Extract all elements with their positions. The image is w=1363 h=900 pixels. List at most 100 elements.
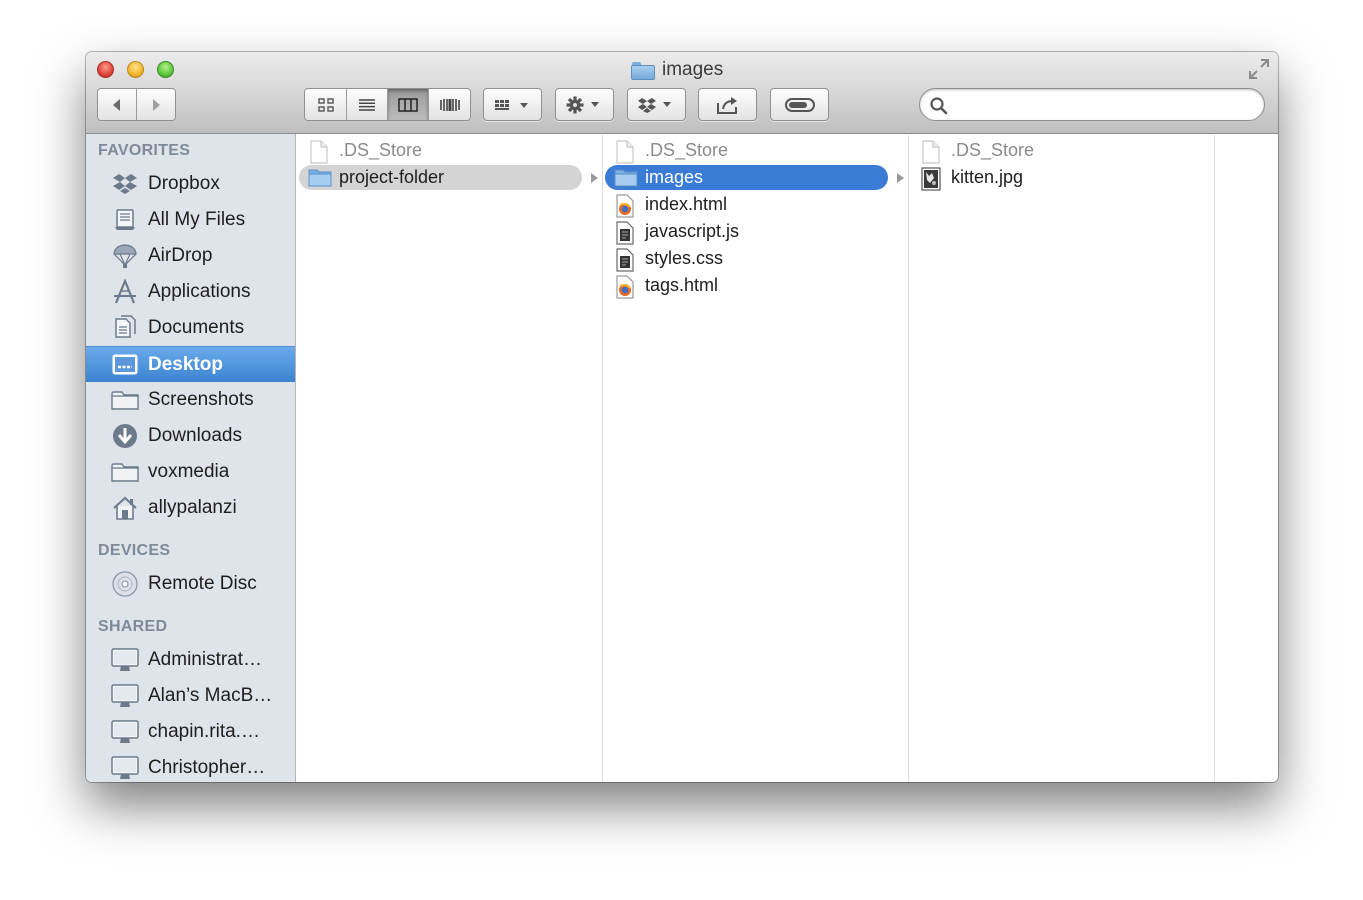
sidebar-item-label: Applications [148, 281, 251, 302]
dropbox-icon [111, 171, 139, 197]
sidebar-item-airdrop[interactable]: AirDrop [86, 238, 295, 274]
document-file-icon [920, 140, 942, 164]
back-button[interactable] [98, 89, 137, 120]
sidebar-item-voxmedia[interactable]: voxmedia [86, 454, 295, 490]
file-row[interactable]: tags.html [603, 272, 908, 299]
file-name: tags.html [645, 275, 719, 295]
sidebar-heading-shared: SHARED [98, 618, 168, 635]
search-input[interactable] [952, 94, 1252, 116]
sidebar-item-label: AirDrop [148, 245, 213, 266]
sidebar-item-remote-disc[interactable]: Remote Disc [86, 566, 295, 602]
file-name: .DS_Store [645, 140, 729, 160]
sidebar-item-administrat[interactable]: Administrat… [86, 642, 295, 678]
computer-icon [111, 755, 139, 781]
sidebar-item-label: voxmedia [148, 461, 230, 482]
file-name: kitten.jpg [951, 167, 1024, 187]
sidebar-item-documents[interactable]: Documents [86, 310, 295, 346]
disclosure-arrow-icon [591, 173, 598, 183]
document-file-icon [614, 140, 636, 164]
sidebar-item-label: Screenshots [148, 389, 254, 410]
folder-row[interactable]: images [603, 164, 908, 191]
file-name: images [645, 167, 704, 187]
window-title: images [631, 59, 723, 81]
folder-icon [111, 387, 139, 413]
sidebar-item-label: Documents [148, 317, 245, 338]
back-arrow-icon [113, 98, 120, 111]
documents-icon [111, 315, 139, 341]
disc-icon [111, 571, 139, 597]
toggle-button[interactable] [770, 88, 829, 121]
sidebar-item-chapin-rita[interactable]: chapin.rita.… [86, 714, 295, 750]
sidebar-item-screenshots[interactable]: Screenshots [86, 382, 295, 418]
script-file-icon [614, 221, 636, 245]
sidebar-item-applications[interactable]: Applications [86, 274, 295, 310]
airdrop-icon [111, 243, 139, 269]
icon-view-button[interactable] [305, 89, 347, 120]
search-icon [930, 97, 948, 115]
sidebar-item-label: Desktop [148, 354, 223, 375]
file-row[interactable]: .DS_Store [603, 137, 908, 164]
file-row[interactable]: index.html [603, 191, 908, 218]
sidebar-item-label: Remote Disc [148, 573, 257, 594]
forward-button[interactable] [137, 89, 175, 120]
finder-window: images FAVORITES Dropbox All My Files Ai… [86, 52, 1278, 782]
window-title-label: images [662, 59, 724, 80]
folder-icon [631, 61, 655, 80]
file-name: .DS_Store [339, 140, 423, 160]
all-my-files-icon [111, 207, 139, 233]
share-button[interactable] [698, 88, 757, 121]
close-button[interactable] [97, 61, 114, 78]
icon-view-icon [317, 97, 334, 112]
sidebar-item-desktop[interactable]: Desktop [86, 346, 295, 382]
disclosure-arrow-icon [897, 173, 904, 183]
file-name: javascript.js [645, 221, 740, 241]
cover-flow-icon [439, 98, 460, 111]
file-row[interactable]: .DS_Store [297, 137, 602, 164]
folder-row[interactable]: project-folder [297, 164, 602, 191]
sidebar-heading-devices: DEVICES [98, 542, 171, 559]
sidebar-item-dropbox[interactable]: Dropbox [86, 166, 295, 202]
sidebar-item-all-my-files[interactable]: All My Files [86, 202, 295, 238]
sidebar-item-label: Christopher… [148, 757, 266, 778]
search-field[interactable] [919, 88, 1265, 121]
sidebar-item-christopher[interactable]: Christopher… [86, 750, 295, 782]
file-row[interactable]: .DS_Store [909, 137, 1214, 164]
list-view-icon [359, 98, 375, 111]
html-file-icon [614, 194, 636, 218]
column-view-button[interactable] [388, 89, 429, 120]
folder-icon [111, 459, 139, 485]
folder-file-icon [308, 167, 332, 189]
arrange-icon [494, 99, 528, 110]
dropbox-menu-button[interactable] [627, 88, 686, 121]
arrange-button[interactable] [483, 88, 542, 121]
minimize-button[interactable] [127, 61, 144, 78]
computer-icon [111, 683, 139, 709]
column-1: .DS_Store project-folder [297, 135, 603, 782]
cover-flow-button[interactable] [429, 89, 470, 120]
sidebar-item-downloads[interactable]: Downloads [86, 418, 295, 454]
sidebar-item-label: allypalanzi [148, 497, 237, 518]
file-row[interactable]: javascript.js [603, 218, 908, 245]
sidebar-item-label: Alan’s MacB… [148, 685, 273, 706]
file-name: .DS_Store [951, 140, 1035, 160]
file-name: index.html [645, 194, 728, 214]
nav-buttons [97, 88, 176, 121]
sidebar-item-label: Administrat… [148, 649, 263, 670]
sidebar-item-allypalanzi[interactable]: allypalanzi [86, 490, 295, 526]
document-file-icon [308, 140, 330, 164]
sidebar-item-label: chapin.rita.… [148, 721, 260, 742]
zoom-button[interactable] [157, 61, 174, 78]
desktop-icon [111, 352, 139, 378]
fullscreen-icon[interactable] [1248, 58, 1270, 80]
sidebar-item-label: All My Files [148, 209, 246, 230]
script-file-icon [614, 248, 636, 272]
column-3: .DS_Store kitten.jpg [909, 135, 1215, 782]
file-name: project-folder [339, 167, 445, 187]
file-row[interactable]: styles.css [603, 245, 908, 272]
sidebar-item-alan-s-macb[interactable]: Alan’s MacB… [86, 678, 295, 714]
action-button[interactable] [555, 88, 614, 121]
home-icon [111, 495, 139, 521]
file-row[interactable]: kitten.jpg [909, 164, 1214, 191]
sidebar-item-label: Dropbox [148, 173, 220, 194]
list-view-button[interactable] [347, 89, 388, 120]
